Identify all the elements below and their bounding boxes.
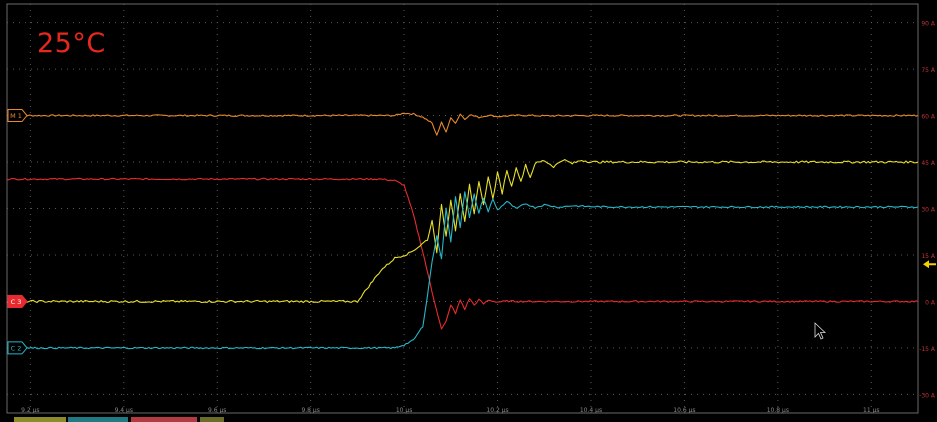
y-tick-label-1: 75 A	[921, 67, 936, 74]
status-tab-4[interactable]	[200, 417, 224, 422]
y-tick-label-8: -30 A	[919, 392, 936, 399]
x-tick-label-2: 9.6 µs	[208, 407, 226, 414]
x-tick-label-1: 9.4 µs	[115, 407, 133, 414]
oscilloscope-display: M 1 C 3 C 2 90 A 75 A 60 A 45 A 30 A 15 A 0 A -15…	[0, 0, 937, 422]
y-tick-label-4: 30 A	[921, 207, 936, 214]
marker-label: C 2	[11, 344, 22, 352]
x-tick-label-4: 10 µs	[396, 407, 413, 414]
x-tick-label-3: 9.8 µs	[301, 407, 319, 414]
y-tick-label-6: 0 A	[925, 299, 936, 306]
y-tick-label-7: -15 A	[919, 346, 936, 353]
status-tab-2[interactable]	[68, 417, 128, 422]
status-strip	[0, 417, 937, 422]
channel-marker-c3[interactable]: C 3	[7, 294, 28, 308]
y-tick-label-0: 90 A	[921, 21, 936, 28]
temperature-label: 25°C	[37, 28, 106, 59]
y-tick-label-3: 45 A	[921, 160, 936, 167]
marker-label: M 1	[10, 112, 22, 120]
x-tick-label-0: 9.2 µs	[21, 407, 39, 414]
y-tick-label-2: 60 A	[921, 114, 936, 121]
x-tick-label-6: 10.4 µs	[580, 407, 602, 414]
channel-marker-m1[interactable]: M 1	[7, 109, 28, 123]
marker-label: C 3	[11, 298, 22, 306]
y-tick-label-5: 15 A	[921, 253, 936, 260]
x-tick-label-5: 10.2 µs	[486, 407, 508, 414]
x-tick-label-8: 10.8 µs	[767, 407, 789, 414]
x-tick-label-7: 10.6 µs	[673, 407, 695, 414]
status-tab-1[interactable]	[14, 417, 66, 422]
channel-marker-c2[interactable]: C 2	[7, 341, 28, 355]
status-tab-3[interactable]	[131, 417, 197, 422]
x-tick-label-9: 11 µs	[863, 407, 880, 414]
